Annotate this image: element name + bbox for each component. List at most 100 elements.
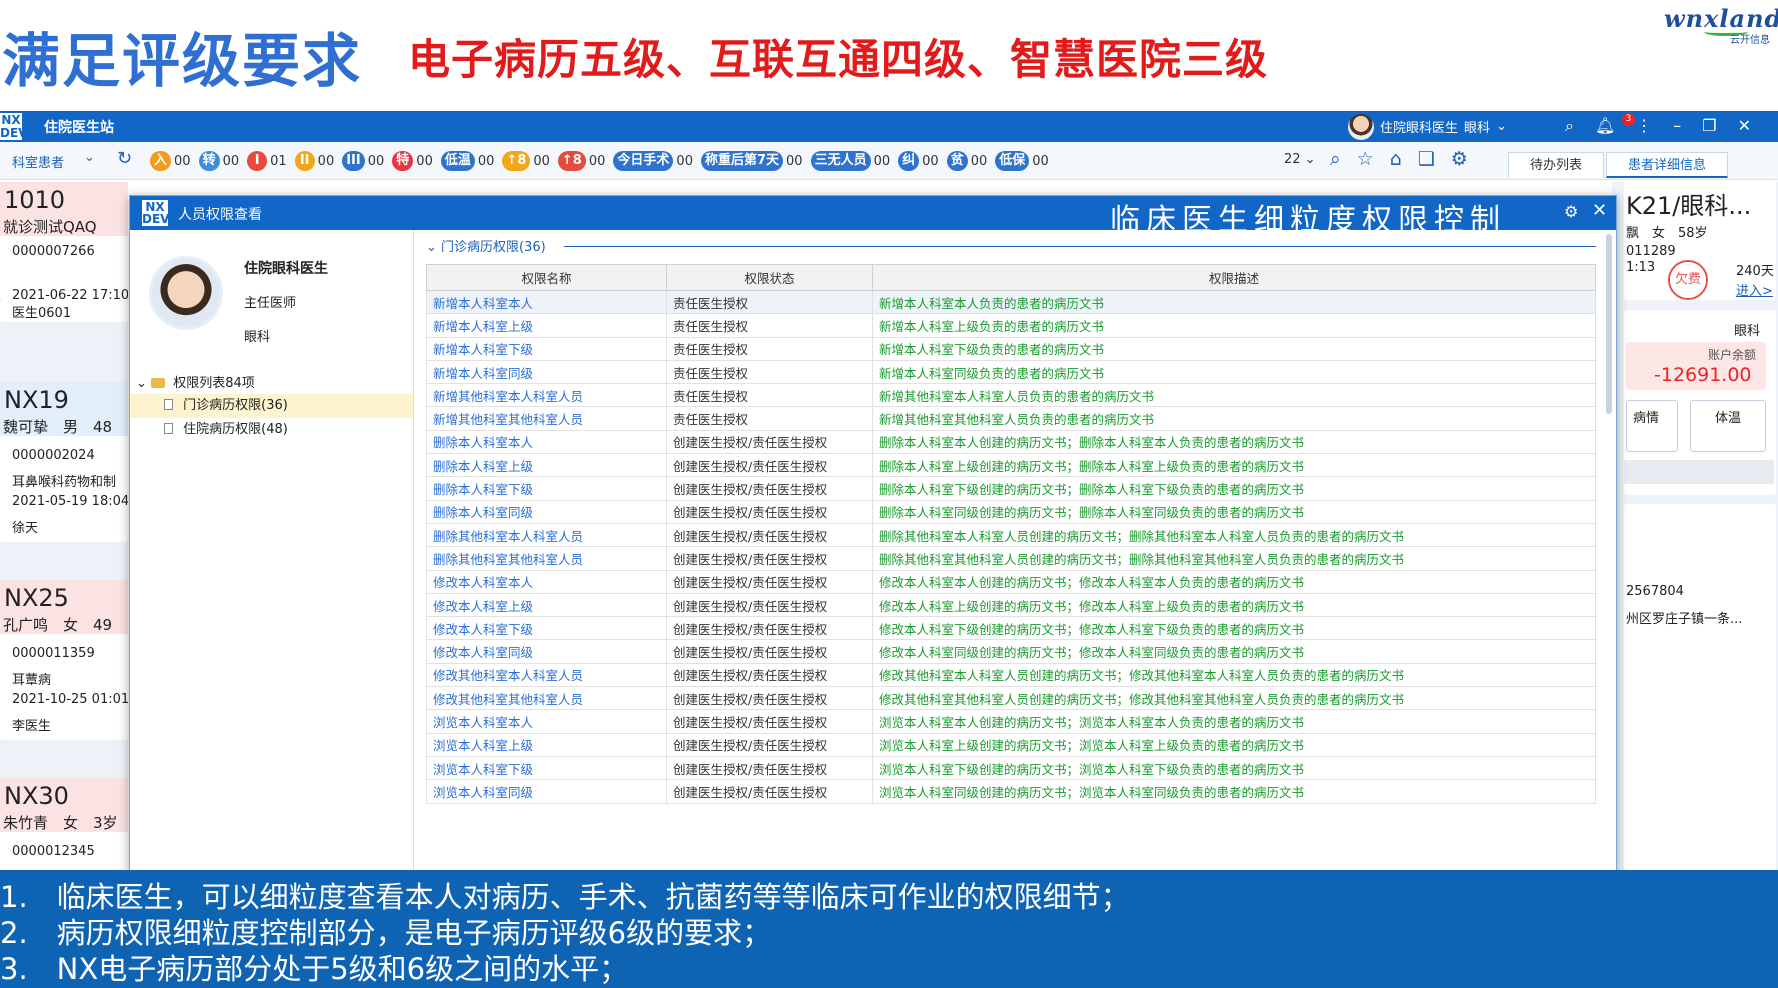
- filter-chip-count: 00: [367, 153, 385, 169]
- table-row[interactable]: 新增其他科室其他科室人员 责任医生授权 新增其他科室其他科室人员负责的患者的病历文书: [426, 406, 1596, 431]
- filter-chip[interactable]: 三无人员 00: [810, 150, 895, 172]
- chevron-down-icon[interactable]: ⌄: [84, 150, 95, 165]
- patient-card[interactable]: 1010 就诊测试QAQ 0000007266 2021-06-22 17:10: [0, 182, 128, 303]
- dept-filter[interactable]: 科室患者: [12, 152, 64, 171]
- table-row[interactable]: 新增其他科室本人科室人员 责任医生授权 新增其他科室本人科室人员负责的患者的病历文书: [426, 383, 1596, 408]
- filter-chip-count: 00: [786, 153, 803, 169]
- close-icon[interactable]: ✕: [1738, 116, 1751, 136]
- table-row[interactable]: 删除本人科室本人 创建医生授权/责任医生授权 删除本人科室本人创建的病历文书；删除本…: [426, 429, 1596, 455]
- filter-chip-icon: III: [342, 151, 365, 171]
- bell-icon[interactable]: 🔔︎: [1595, 116, 1615, 136]
- section-header[interactable]: ⌄ 门诊病历权限(36): [426, 236, 546, 255]
- permission-status: 创建医生授权/责任医生授权: [666, 499, 873, 524]
- filter-chip[interactable]: 称重后第7天 00: [700, 150, 807, 172]
- vertical-scrollbar[interactable]: [1606, 234, 1612, 414]
- permission-description: 浏览本人科室同级创建的病历文书；浏览本人科室同级负责的患者的病历文书: [872, 779, 1596, 804]
- filter-chip[interactable]: 入 00: [150, 150, 195, 172]
- patient-summary-card: K21/眼科... 飘 女 58岁 011289 1:13 欠费 240天 进入…: [1624, 182, 1776, 300]
- tab-todo-list[interactable]: 待办列表: [1508, 152, 1604, 178]
- table-row[interactable]: 新增本人科室本人 责任医生授权 新增本人科室本人负责的患者的病历文书: [426, 289, 1596, 315]
- tag-icon[interactable]: ⌂: [1390, 148, 1402, 170]
- temperature-button[interactable]: 体温: [1690, 400, 1766, 452]
- minimize-icon[interactable]: –: [1673, 116, 1681, 136]
- filter-chip[interactable]: I 01: [247, 150, 291, 172]
- table-row[interactable]: 浏览本人科室上级 创建医生授权/责任医生授权 浏览本人科室上级创建的病历文书；浏览本…: [426, 732, 1596, 757]
- table-row[interactable]: 删除其他科室本人科室人员 创建医生授权/责任医生授权 删除其他科室本人科室人员创建的…: [426, 522, 1596, 548]
- detail-time: 1:13: [1626, 260, 1656, 275]
- patient-card[interactable]: NX30 朱竹青 女 3岁 0000012345: [0, 778, 128, 872]
- patient-name: 朱竹青 女 3岁: [3, 814, 118, 832]
- filter-chip[interactable]: II 00: [294, 150, 339, 172]
- permission-panel: ⌄ 门诊病历权限(36) 权限名称 权限状态 权限描述 新增本人科室本人 责任医生…: [414, 230, 1616, 874]
- table-row[interactable]: 修改本人科室下级 创建医生授权/责任医生授权 修改本人科室下级创建的病历文书；修改本…: [426, 616, 1596, 641]
- filter-chip[interactable]: 今日手术 00: [613, 150, 697, 172]
- table-row[interactable]: 删除其他科室其他科室人员 创建医生授权/责任医生授权 删除其他科室其他科室人员创建的…: [426, 546, 1596, 571]
- table-row[interactable]: 修改其他科室本人科室人员 创建医生授权/责任医生授权 修改其他科室本人科室人员创建的…: [426, 662, 1596, 688]
- table-row[interactable]: 删除本人科室下级 创建医生授权/责任医生授权 删除本人科室下级创建的病历文书；删除本…: [426, 476, 1596, 501]
- filter-chip[interactable]: III 00: [342, 150, 388, 172]
- filter-chip[interactable]: 纠 00: [898, 150, 943, 172]
- table-row[interactable]: 浏览本人科室同级 创建医生授权/责任医生授权 浏览本人科室同级创建的病历文书；浏览本…: [426, 779, 1596, 804]
- filter-chip[interactable]: ↑8 00: [502, 150, 554, 172]
- doctor-title: 主任医师: [244, 296, 297, 311]
- filter-chip[interactable]: 低温 00: [440, 150, 499, 172]
- table-row[interactable]: 修改本人科室同级 创建医生授权/责任医生授权 修改本人科室同级创建的病历文书；修改本…: [426, 639, 1596, 664]
- permission-name: 修改本人科室同级: [426, 639, 667, 664]
- filter-chip[interactable]: ↑8 00: [557, 150, 610, 172]
- gear-icon[interactable]: ⚙: [1564, 202, 1578, 221]
- more-icon[interactable]: ⋮: [1636, 116, 1652, 136]
- table-row[interactable]: 删除本人科室上级 创建医生授权/责任医生授权 删除本人科室上级创建的病历文书；删除本…: [426, 453, 1596, 478]
- table-row[interactable]: 删除本人科室同级 创建医生授权/责任医生授权 删除本人科室同级创建的病历文书；删除本…: [426, 499, 1596, 524]
- permission-description: 修改本人科室同级创建的病历文书；修改本人科室同级负责的患者的病历文书: [872, 639, 1596, 664]
- illness-button[interactable]: 病情: [1626, 400, 1678, 452]
- search-icon[interactable]: ⌕: [1565, 116, 1574, 136]
- filter-chip-count: 00: [676, 153, 693, 169]
- permission-description: 新增其他科室其他科室人员负责的患者的病历文书: [872, 406, 1596, 431]
- filter-chip[interactable]: 转 00: [198, 150, 244, 172]
- enter-link[interactable]: 进入>: [1736, 280, 1773, 299]
- tree-item-label: 门诊病历权限(36): [183, 398, 288, 413]
- permission-description: 删除本人科室上级创建的病历文书；删除本人科室上级负责的患者的病历文书: [872, 453, 1596, 478]
- permission-status: 创建医生授权/责任医生授权: [666, 755, 873, 781]
- tree-item-inpatient[interactable]: 住院病历权限(48): [130, 418, 413, 442]
- table-row[interactable]: 修改其他科室其他科室人员 创建医生授权/责任医生授权 修改其他科室其他科室人员创建的…: [426, 686, 1596, 711]
- patient-id: 0000012345: [12, 844, 95, 859]
- filter-chip[interactable]: 贫 00: [946, 150, 992, 172]
- filter-chips: 入 00 转 00 I 01 II 00 III 00 特 00 低温 00 ↑8 00 ↑8 00 今日手术 00 称…: [150, 150, 1053, 172]
- search-icon[interactable]: ⌕: [1330, 148, 1341, 170]
- filter-chip[interactable]: 低保 00: [995, 150, 1053, 172]
- caption-line: 3. NX电子病历部分处于5级和6级之间的水平；: [0, 952, 629, 986]
- table-row[interactable]: 浏览本人科室本人 创建医生授权/责任医生授权 浏览本人科室本人创建的病历文书；浏览本…: [426, 709, 1596, 734]
- restore-icon[interactable]: ❐: [1702, 116, 1716, 136]
- window-icon[interactable]: ❏: [1418, 148, 1435, 170]
- table-row[interactable]: 修改本人科室本人 创建医生授权/责任医生授权 修改本人科室本人创建的病历文书；修改本…: [426, 569, 1596, 594]
- filter-chip-count: 00: [970, 153, 988, 169]
- refresh-icon[interactable]: ↻: [117, 148, 132, 169]
- close-icon[interactable]: ✕: [1592, 200, 1607, 221]
- permission-status: 创建医生授权/责任医生授权: [666, 732, 873, 757]
- dialog-logo-icon: NX DEV: [142, 200, 170, 226]
- filter-chip-icon: 低保: [995, 151, 1030, 171]
- tab-patient-detail[interactable]: 患者详细信息: [1606, 152, 1728, 178]
- patient-card[interactable]: NX25 孔广鸣 女 49 0000011359 耳蕈病 2021-10-25 …: [0, 580, 128, 740]
- page-size-value: 22: [1284, 152, 1301, 167]
- table-row[interactable]: 修改本人科室上级 创建医生授权/责任医生授权 修改本人科室上级创建的病历文书；修改本…: [426, 592, 1596, 618]
- gear-icon[interactable]: ⚙: [1451, 148, 1468, 170]
- filter-chip[interactable]: 特 00: [392, 150, 437, 172]
- permission-name: 删除本人科室上级: [426, 453, 667, 478]
- admission-date: 2021-05-19 18:04: [12, 494, 128, 509]
- page-size-select[interactable]: 22 ⌄: [1284, 152, 1316, 167]
- patient-card[interactable]: NX19 魏可挚 男 48 0000002024 耳鼻喉科药物和制 2021-0…: [0, 382, 128, 542]
- table-row[interactable]: 新增本人科室下级 责任医生授权 新增本人科室下级负责的患者的病历文书: [426, 336, 1596, 361]
- company-logo: wnxland 云开信息: [1664, 4, 1778, 46]
- tree-item-outpatient[interactable]: 门诊病历权限(36): [130, 394, 413, 418]
- balance-label: 账户余额: [1708, 348, 1757, 362]
- permission-name: 删除其他科室本人科室人员: [426, 522, 667, 548]
- star-icon[interactable]: ☆: [1357, 148, 1374, 170]
- table-row[interactable]: 浏览本人科室下级 创建医生授权/责任医生授权 浏览本人科室下级创建的病历文书；浏览本…: [426, 755, 1596, 781]
- tree-root[interactable]: ⌄ 权限列表84项: [136, 372, 255, 391]
- user-menu[interactable]: 住院眼科医生 眼科 ⌄: [1348, 113, 1507, 140]
- permission-description: 删除本人科室本人创建的病历文书；删除本人科室本人负责的患者的病历文书: [872, 429, 1596, 455]
- table-row[interactable]: 新增本人科室上级 责任医生授权 新增本人科室上级负责的患者的病历文书: [426, 313, 1596, 338]
- table-row[interactable]: 新增本人科室同级 责任医生授权 新增本人科室同级负责的患者的病历文书: [426, 359, 1596, 385]
